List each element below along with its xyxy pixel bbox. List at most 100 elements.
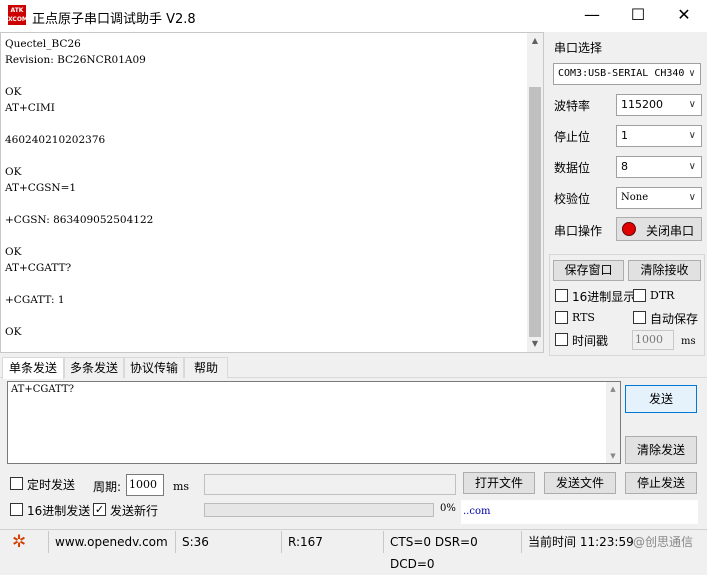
send-newline-label: 发送新行 [110, 504, 159, 518]
close-port-label: 关闭串口 [646, 224, 695, 238]
receive-textarea[interactable]: Quectel_BC26 Revision: BC26NCR01A09 OK AT+C… [0, 32, 544, 353]
tab-multi-send[interactable]: 多条发送 [64, 357, 124, 378]
auto-save-checkbox[interactable] [633, 311, 646, 324]
file-path-field[interactable] [204, 474, 456, 495]
watermark: @创思通信 [633, 535, 694, 549]
save-window-button[interactable]: 保存窗口 [553, 260, 624, 281]
link-text[interactable]: ..com [463, 506, 490, 517]
databits-select[interactable]: 8 ∨ [616, 156, 702, 178]
gear-icon[interactable]: ✲ [12, 532, 26, 552]
auto-save-label: 自动保存 [650, 312, 699, 326]
receive-line: AT+CGSN=1 [5, 182, 77, 194]
receive-line [5, 116, 153, 132]
send-file-button[interactable]: 发送文件 [544, 472, 616, 494]
sent-count: S:36 [175, 531, 281, 553]
send-button[interactable]: 发送 [625, 385, 697, 413]
timed-send-checkbox[interactable] [10, 477, 23, 490]
chevron-down-icon: ∨ [688, 192, 696, 203]
receive-line: +CGSN: 863409052504122 [5, 214, 154, 226]
operation-label: 串口操作 [554, 224, 603, 238]
clear-send-button[interactable]: 清除发送 [625, 436, 697, 464]
clear-receive-button[interactable]: 清除接收 [628, 260, 701, 281]
title-bar: ATK XCOM 正点原子串口调试助手 V2.8 — ☐ ✕ [0, 0, 707, 32]
receive-scroll-thumb[interactable] [529, 87, 541, 337]
rts-label: RTS [572, 311, 595, 324]
receive-line: OK [5, 326, 22, 338]
receive-line [5, 196, 153, 212]
period-input[interactable]: 1000 [126, 474, 164, 496]
receive-log: Quectel_BC26 Revision: BC26NCR01A09 OK AT+C… [5, 36, 153, 340]
receive-line: OK [5, 246, 22, 258]
receive-line: OK [5, 86, 22, 98]
close-port-button[interactable]: 关闭串口 [616, 217, 702, 241]
chevron-down-icon: ∨ [688, 161, 696, 172]
timed-send-label: 定时发送 [27, 478, 76, 492]
port-status-icon [622, 222, 636, 236]
check-icon: ✓ [94, 503, 105, 516]
website-link[interactable]: www.openedv.com [48, 531, 174, 553]
scroll-down-icon[interactable]: ▼ [527, 336, 543, 352]
rts-checkbox[interactable] [555, 311, 568, 324]
send-progress-bar [204, 503, 434, 517]
port-select[interactable]: COM3:USB-SERIAL CH340 ∨ [553, 63, 701, 85]
timestamp-checkbox[interactable] [555, 333, 568, 346]
timestamp-ms-input[interactable]: 1000 [632, 330, 674, 350]
databits-label: 数据位 [554, 161, 591, 175]
scroll-up-icon[interactable]: ▲ [527, 33, 543, 49]
receive-line: AT+CGATT? [5, 262, 72, 274]
hex-display-checkbox[interactable] [555, 289, 568, 302]
baud-value: 115200 [621, 98, 663, 111]
send-newline-checkbox[interactable]: ✓ [93, 503, 106, 516]
stop-send-button[interactable]: 停止发送 [625, 472, 697, 494]
receive-line: OK [5, 166, 22, 178]
close-button[interactable]: ✕ [661, 0, 707, 32]
chevron-down-icon: ∨ [686, 64, 695, 84]
scroll-up-icon[interactable]: ▲ [606, 382, 620, 396]
stopbits-label: 停止位 [554, 130, 591, 144]
send-scrollbar[interactable]: ▲ ▼ [606, 382, 620, 463]
baud-label: 波特率 [554, 99, 591, 113]
receive-line: Quectel_BC26 [5, 38, 81, 50]
period-label: 周期: [93, 480, 122, 494]
timestamp-unit: ms [681, 336, 696, 347]
receive-line [5, 308, 153, 324]
minimize-button[interactable]: — [569, 0, 615, 32]
hex-send-checkbox[interactable] [10, 503, 23, 516]
parity-label: 校验位 [554, 192, 591, 206]
port-label: 串口选择 [554, 41, 603, 55]
receive-line [5, 276, 153, 292]
app-logo-icon: ATK XCOM [8, 5, 28, 25]
scroll-down-icon[interactable]: ▼ [606, 449, 620, 463]
hex-send-label: 16进制发送 [27, 504, 91, 518]
tab-protocol[interactable]: 协议传输 [124, 357, 184, 378]
received-count: R:167 [281, 531, 383, 553]
parity-value: None [621, 192, 649, 203]
databits-value: 8 [621, 160, 628, 173]
link-panel: ..com [461, 500, 698, 524]
receive-line [5, 148, 153, 164]
dtr-checkbox[interactable] [633, 289, 646, 302]
tab-single-send[interactable]: 单条发送 [2, 357, 64, 379]
receive-line: 460240210202376 [5, 134, 106, 146]
hex-display-label: 16进制显示 [572, 290, 636, 304]
stopbits-select[interactable]: 1 ∨ [616, 125, 702, 147]
baud-select[interactable]: 115200 ∨ [616, 94, 702, 116]
window-title: 正点原子串口调试助手 V2.8 [32, 12, 196, 27]
port-value: COM3:USB-SERIAL CH340 [558, 68, 685, 79]
open-file-button[interactable]: 打开文件 [463, 472, 535, 494]
parity-select[interactable]: None ∨ [616, 187, 702, 209]
receive-line: Revision: BC26NCR01A09 [5, 54, 146, 66]
line-status: CTS=0 DSR=0 DCD=0 [383, 531, 521, 571]
dtr-label: DTR [650, 289, 675, 302]
tab-help[interactable]: 帮助 [184, 357, 228, 378]
send-textarea[interactable]: AT+CGATT? [7, 381, 621, 464]
maximize-button[interactable]: ☐ [615, 0, 661, 32]
chevron-down-icon: ∨ [688, 99, 696, 110]
current-time: 当前时间 11:23:59 [521, 531, 634, 553]
send-text: AT+CGATT? [11, 384, 74, 395]
stopbits-value: 1 [621, 129, 628, 142]
chevron-down-icon: ∨ [688, 130, 696, 141]
period-unit: ms [173, 480, 190, 493]
progress-percent: 0% [440, 503, 456, 514]
receive-line [5, 228, 153, 244]
